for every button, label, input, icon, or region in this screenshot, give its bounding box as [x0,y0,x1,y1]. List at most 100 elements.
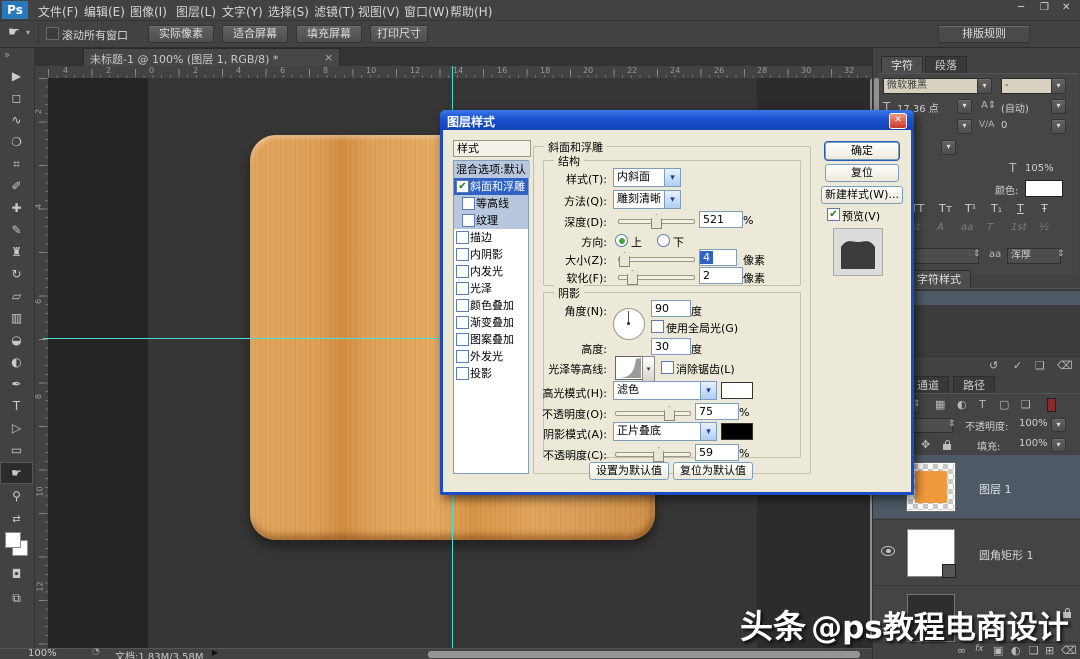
opacity-dropdown-icon[interactable]: ▾ [1051,418,1066,432]
metrics-dropdown-icon[interactable]: ▾ [941,140,956,155]
anti-alias-checkbox[interactable] [661,361,674,374]
opentype-icon[interactable]: 1st [1011,222,1027,233]
filter-type-icon[interactable]: T [979,398,986,411]
satin-checkbox[interactable] [456,282,469,295]
stroke-checkbox[interactable] [456,231,469,244]
eyedropper-tool[interactable]: ✐ [0,176,33,196]
direction-down-radio[interactable] [657,234,670,247]
history-brush-tool[interactable]: ↻ [0,264,33,284]
window-minimize-button[interactable]: ─ [1018,2,1024,13]
filter-shape-icon[interactable]: ▢ [999,398,1009,411]
fill-value[interactable]: 100% [1019,438,1048,449]
angle-input[interactable]: 90 [651,300,691,317]
delete-icon[interactable]: ⌫ [1057,359,1073,372]
shape-layer-thumbnail[interactable] [907,529,955,577]
reset-default-button[interactable]: 复位为默认值 [673,462,753,480]
tab-paths[interactable]: 路径 [953,376,995,394]
document-tab-close-icon[interactable]: × [324,51,333,64]
healing-brush-tool[interactable]: ✚ [0,198,33,218]
status-menu-arrow-icon[interactable]: ▶ [212,648,218,657]
blur-tool[interactable]: ◒ [0,330,33,350]
menu-item-edit[interactable]: 编辑(E) [84,3,125,20]
gloss-contour-arrow-icon[interactable]: ▾ [642,356,655,382]
type-tool[interactable]: T [0,396,33,416]
gloss-contour-thumbnail[interactable] [615,356,643,380]
shadow-color-swatch[interactable] [721,423,753,440]
visibility-eye-icon[interactable] [881,546,895,556]
typesetting-rules-button[interactable]: 排版规则 [938,25,1030,43]
highlight-mode-select[interactable]: 滤色 ▾ [613,381,717,400]
depth-slider[interactable] [618,219,695,224]
tool-preset-arrow-icon[interactable]: ▾ [26,28,30,37]
technique-select[interactable]: 雕刻清晰 ▾ [613,190,681,209]
swap-colors-icon[interactable]: ⇄ [0,510,33,530]
path-selection-tool[interactable]: ▷ [0,418,33,438]
hand-tool[interactable]: ☛ [0,462,33,484]
global-light-checkbox[interactable] [651,320,664,333]
gradient-tool[interactable]: ▥ [0,308,33,328]
move-tool[interactable]: ▶ [0,66,33,86]
menu-item-select[interactable]: 选择(S) [268,3,309,20]
crop-tool[interactable]: ⌗ [0,154,33,174]
tab-character[interactable]: 字符 [881,56,923,74]
leading-value[interactable]: (自动) [1001,100,1047,115]
screen-mode-icon[interactable]: ⧉ [0,588,33,608]
shadow-opacity-input[interactable]: 59 [695,444,739,461]
leading-dropdown-icon[interactable]: ▾ [1051,99,1066,114]
chevron-down-icon[interactable]: ▾ [700,382,716,399]
layer1-thumbnail[interactable] [907,463,955,511]
soften-slider[interactable] [618,275,695,280]
actual-pixels-button[interactable]: 实际像素 [148,25,214,43]
size-slider[interactable] [618,257,695,262]
antialias-field[interactable]: 浑厚 [1007,248,1061,264]
style-item-texture[interactable]: 纹理 [454,212,528,229]
lock-position-icon[interactable]: ✥ [921,438,930,451]
vertical-ruler[interactable]: 2 4 6 8 10 12 [35,78,49,648]
tab-paragraph[interactable]: 段落 [925,56,967,74]
style-item-bevel-emboss[interactable]: ✔ 斜面和浮雕 [454,178,528,195]
toolbar-collapse-icon[interactable]: » [4,50,10,61]
shadow-opacity-slider[interactable] [615,452,691,457]
scroll-all-windows-checkbox[interactable] [46,27,59,40]
faux-style-icon[interactable]: Tᴛ [939,202,952,215]
blend-updown-icon[interactable]: ⇕ [948,419,956,429]
faux-style-icon[interactable]: T¹ [965,202,976,215]
language-updown-icon[interactable]: ⇕ [973,249,981,259]
altitude-input[interactable]: 30 [651,338,691,355]
highlight-color-swatch[interactable] [721,382,753,399]
faux-style-icon[interactable]: Ŧ [1041,202,1048,215]
style-item-stroke[interactable]: 描边 [454,229,528,246]
tracking-dropdown-icon[interactable]: ▾ [1051,119,1066,134]
opentype-icon[interactable]: aa [961,222,973,233]
direction-up-radio[interactable] [615,234,628,247]
ok-button[interactable]: 确定 [825,142,899,160]
lasso-tool[interactable]: ∿ [0,110,33,130]
preview-checkbox[interactable]: ✔ [827,208,840,221]
angle-dial[interactable] [613,308,645,340]
chevron-down-icon[interactable]: ▾ [700,423,716,440]
canvas-horizontal-scrollbar[interactable] [428,651,860,658]
style-item-inner-glow[interactable]: 内发光 [454,263,528,280]
inner-glow-checkbox[interactable] [456,265,469,278]
marquee-tool[interactable]: ◻ [0,88,33,108]
zoom-level[interactable]: 100% [28,648,57,659]
clone-stamp-tool[interactable]: ♜ [0,242,33,262]
layer1-name[interactable]: 图层 1 [979,481,1012,497]
new-style-icon[interactable]: ❑ [1035,359,1045,372]
soften-input[interactable]: 2 [699,267,743,284]
tracking-value[interactable]: 0 [1001,120,1041,131]
filter-switch-icon[interactable] [1047,398,1056,412]
shape-layer-name[interactable]: 圆角矩形 1 [979,547,1034,563]
antialias-updown-icon[interactable]: ⇕ [1057,249,1065,259]
kerning-dropdown-icon[interactable]: ▾ [957,119,972,134]
font-family-dropdown-icon[interactable]: ▾ [977,78,992,94]
menu-item-file[interactable]: 文件(F) [38,3,78,20]
fill-dropdown-icon[interactable]: ▾ [1051,438,1066,452]
undo-icon[interactable]: ↺ [989,359,998,372]
color-overlay-checkbox[interactable] [456,299,469,312]
layer-row-shape[interactable]: 圆角矩形 1 [873,519,1080,585]
size-input[interactable]: 4 [699,249,737,266]
shadow-mode-select[interactable]: 正片叠底 ▾ [613,422,717,441]
eraser-tool[interactable]: ▱ [0,286,33,306]
chevron-down-icon[interactable]: ▾ [664,169,680,186]
